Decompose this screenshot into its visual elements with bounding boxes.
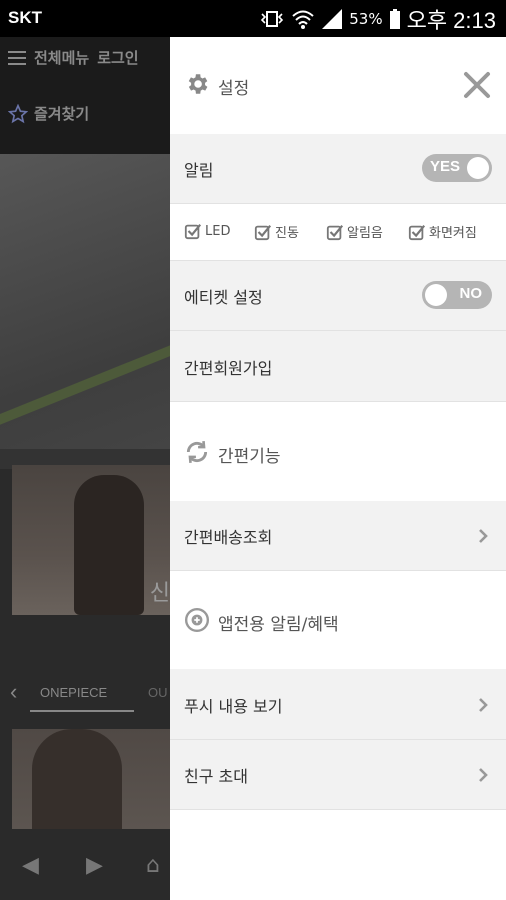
notification-label: 알림 (184, 161, 214, 180)
option-vibrate[interactable]: 진동 (254, 222, 299, 241)
option-sound-label: 알림음 (347, 226, 383, 241)
option-led[interactable]: LED (184, 222, 230, 240)
etiquette-label: 에티켓 설정 (184, 288, 263, 307)
etiquette-toggle[interactable]: NO (422, 281, 492, 309)
invite-friend-label: 친구 초대 (184, 767, 248, 786)
star-icon (8, 103, 28, 123)
chevron-right-icon (479, 768, 488, 782)
plus-circle-icon (184, 607, 210, 633)
browser-nav: ◀ ▶ ⌂ (0, 837, 170, 900)
notification-toggle[interactable]: YES (422, 154, 492, 182)
delivery-lookup-label: 간편배송조회 (184, 528, 273, 547)
settings-title: 설정 (218, 79, 250, 99)
option-led-label: LED (205, 223, 231, 239)
battery-percent: 53% (349, 10, 383, 28)
app-notices-header: 앱전용 알림/혜택 (170, 571, 506, 669)
simple-signup-row[interactable]: 간편회원가입 (170, 331, 506, 402)
menu-button[interactable]: 전체메뉴 로그인 (8, 47, 139, 68)
push-view-row[interactable]: 푸시 내용 보기 (170, 669, 506, 740)
checkbox-checked-icon (408, 224, 426, 240)
hero-banner[interactable] (0, 154, 170, 449)
login-label[interactable]: 로그인 (97, 47, 138, 68)
checkbox-checked-icon (326, 224, 344, 240)
checkbox-checked-icon (254, 224, 272, 240)
category-tabs: ‹ ONEPIECE OU (0, 677, 170, 717)
etiquette-row: 에티켓 설정 NO (170, 261, 506, 331)
battery-icon (389, 9, 400, 29)
push-view-label: 푸시 내용 보기 (184, 697, 283, 716)
settings-drawer: 설정 알림 YES LED 진동 알림음 화면켜짐 에티켓 설정 NO 간편회원… (170, 37, 506, 900)
status-icons: 53% 오후 2:13 (259, 4, 496, 34)
carrier-label: SKT (8, 8, 42, 27)
forward-arrow-icon[interactable]: ▶ (86, 853, 103, 878)
wifi-icon (292, 10, 314, 29)
gear-icon (188, 74, 208, 94)
notification-toggle-text: YES (430, 158, 461, 175)
delivery-lookup-row[interactable]: 간편배송조회 (170, 501, 506, 571)
hamburger-icon (8, 50, 26, 65)
simple-features-title: 간편기능 (218, 447, 281, 467)
background-app: 전체메뉴 로그인 즐겨찾기 신 ‹ ONEPIECE OU ◀ ▶ ⌂ (0, 37, 170, 900)
option-screen-on-label: 화면켜짐 (429, 226, 477, 241)
option-vibrate-label: 진동 (275, 226, 299, 241)
clock: 오후 2:13 (406, 8, 496, 33)
status-bar: SKT 53% 오후 2:13 (0, 0, 506, 37)
chevron-left-icon[interactable]: ‹ (10, 679, 17, 705)
invite-friend-row[interactable]: 친구 초대 (170, 740, 506, 810)
favorites-label: 즐겨찾기 (34, 105, 90, 123)
favorites-button[interactable]: 즐겨찾기 (8, 103, 89, 124)
option-sound[interactable]: 알림음 (326, 222, 383, 241)
checkbox-checked-icon (184, 224, 202, 240)
simple-features-header: 간편기능 (170, 402, 506, 501)
menu-label: 전체메뉴 (34, 49, 90, 67)
signal-icon (322, 9, 343, 29)
etiquette-toggle-text: NO (459, 285, 483, 302)
product-image[interactable] (12, 729, 170, 829)
back-arrow-icon[interactable]: ◀ (22, 853, 39, 878)
notification-options-row: LED 진동 알림음 화면켜짐 (170, 204, 506, 261)
simple-signup-label: 간편회원가입 (184, 359, 273, 378)
vibrate-icon (261, 11, 284, 27)
app-notices-title: 앱전용 알림/혜택 (218, 615, 339, 635)
product-image-text: 신 (149, 581, 170, 606)
chevron-right-icon (479, 529, 488, 543)
drawer-header: 설정 (170, 37, 506, 134)
option-screen-on[interactable]: 화면켜짐 (408, 222, 477, 241)
notification-row: 알림 YES (170, 134, 506, 204)
product-image[interactable]: 신 (12, 465, 170, 615)
background-header: 전체메뉴 로그인 즐겨찾기 (0, 37, 170, 154)
tab-outer[interactable]: OU (148, 685, 168, 700)
refresh-icon (186, 441, 208, 463)
close-icon[interactable] (462, 70, 492, 100)
home-icon[interactable]: ⌂ (146, 853, 160, 878)
tab-onepiece[interactable]: ONEPIECE (40, 685, 107, 700)
chevron-right-icon (479, 698, 488, 712)
